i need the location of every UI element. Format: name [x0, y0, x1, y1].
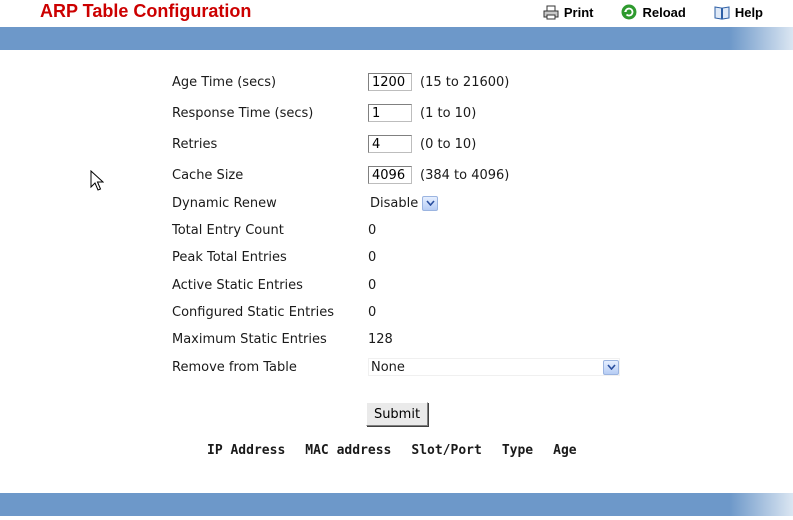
- age-time-input[interactable]: [368, 73, 412, 91]
- page-title: ARP Table Configuration: [40, 1, 252, 21]
- printer-icon: [543, 5, 559, 19]
- help-button[interactable]: Help: [714, 5, 763, 20]
- total-entry-count-row: Total Entry Count 0: [172, 219, 376, 241]
- mouse-pointer-icon: [90, 170, 104, 191]
- age-time-row: Age Time (secs) (15 to 21600): [172, 71, 509, 93]
- remove-from-table-select[interactable]: None: [368, 358, 620, 376]
- peak-total-entries-row: Peak Total Entries 0: [172, 246, 376, 268]
- arp-table-header: IP Address MAC address Slot/Port Type Ag…: [207, 443, 597, 458]
- column-type: Type: [501, 443, 534, 458]
- age-time-label: Age Time (secs): [172, 74, 277, 90]
- remove-from-table-row: Remove from Table None: [172, 356, 620, 378]
- chevron-down-icon[interactable]: [603, 359, 619, 375]
- dynamic-renew-row: Dynamic Renew Disable: [172, 192, 439, 214]
- configured-static-entries-row: Configured Static Entries 0: [172, 301, 376, 323]
- retries-label: Retries: [172, 136, 218, 152]
- column-age: Age: [553, 443, 577, 458]
- configured-static-entries-label: Configured Static Entries: [172, 304, 334, 320]
- dynamic-renew-select[interactable]: Disable: [368, 194, 439, 212]
- remove-from-table-label: Remove from Table: [172, 359, 297, 375]
- response-time-input[interactable]: [368, 104, 412, 122]
- response-time-label: Response Time (secs): [172, 105, 314, 121]
- column-ip-address: IP Address: [207, 443, 286, 458]
- active-static-entries-label: Active Static Entries: [172, 277, 303, 293]
- response-time-row: Response Time (secs) (1 to 10): [172, 102, 476, 124]
- help-book-icon: [714, 5, 730, 20]
- total-entry-count-label: Total Entry Count: [172, 222, 284, 238]
- cache-size-input[interactable]: [368, 166, 412, 184]
- dynamic-renew-label: Dynamic Renew: [172, 195, 277, 211]
- total-entry-count-value: 0: [368, 222, 377, 238]
- chevron-down-icon[interactable]: [422, 195, 439, 211]
- footer-band: [0, 493, 793, 516]
- age-time-range: (15 to 21600): [420, 74, 510, 90]
- cache-size-range: (384 to 4096): [420, 167, 510, 183]
- retries-range: (0 to 10): [420, 136, 477, 152]
- cache-size-label: Cache Size: [172, 167, 244, 183]
- print-label: Print: [563, 4, 594, 20]
- help-label: Help: [734, 4, 763, 20]
- maximum-static-entries-value: 128: [368, 331, 393, 347]
- column-slot-port: Slot/Port: [411, 443, 482, 458]
- active-static-entries-row: Active Static Entries 0: [172, 274, 376, 296]
- reload-button[interactable]: Reload: [621, 4, 686, 20]
- maximum-static-entries-row: Maximum Static Entries 128: [172, 328, 393, 350]
- maximum-static-entries-label: Maximum Static Entries: [172, 331, 327, 347]
- peak-total-entries-value: 0: [368, 249, 377, 265]
- cache-size-row: Cache Size (384 to 4096): [172, 164, 509, 186]
- toolbar: Print Reload Help: [543, 2, 793, 22]
- header-band: [0, 27, 793, 50]
- peak-total-entries-label: Peak Total Entries: [172, 249, 287, 265]
- dynamic-renew-value: Disable: [370, 195, 419, 211]
- remove-from-table-value: None: [371, 359, 405, 375]
- configured-static-entries-value: 0: [368, 304, 377, 320]
- submit-button[interactable]: Submit: [366, 402, 428, 426]
- retries-row: Retries (0 to 10): [172, 133, 476, 155]
- reload-icon: [621, 4, 637, 20]
- retries-input[interactable]: [368, 135, 412, 153]
- reload-label: Reload: [642, 4, 686, 20]
- print-button[interactable]: Print: [543, 4, 594, 20]
- response-time-range: (1 to 10): [420, 105, 477, 121]
- column-mac-address: MAC address: [305, 443, 392, 458]
- active-static-entries-value: 0: [368, 277, 377, 293]
